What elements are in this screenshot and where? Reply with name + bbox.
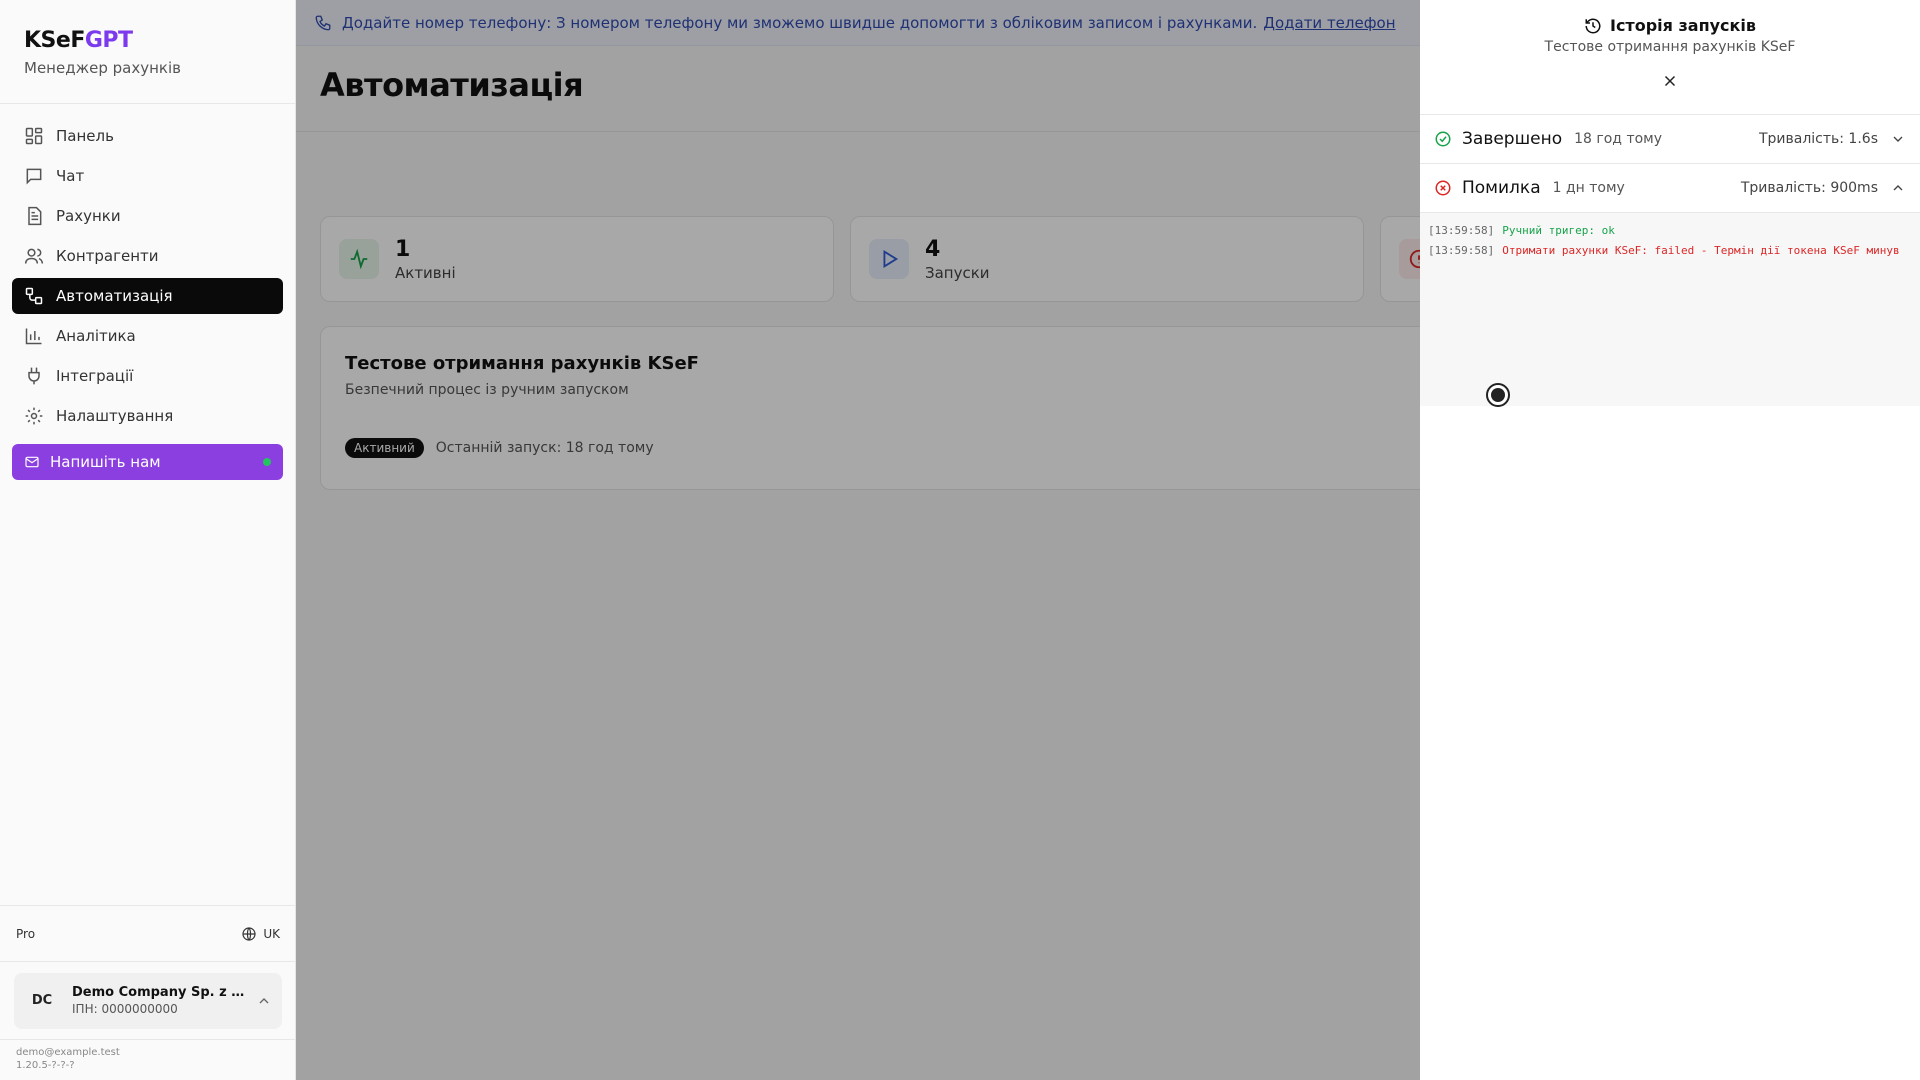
chevron-down-icon[interactable]	[1890, 131, 1906, 147]
log-timestamp: [13:59:58]	[1428, 224, 1495, 237]
sidebar-item-dashboard[interactable]: Панель	[12, 118, 283, 154]
run-row-success[interactable]: Завершено 18 год тому Тривалість: 1.6s	[1420, 115, 1920, 164]
close-icon[interactable]	[1661, 72, 1679, 90]
sidebar-bottom: Pro UK DC Demo Company Sp. z o... ІПН: 0…	[0, 905, 296, 1080]
company-info: Demo Company Sp. z o... ІПН: 0000000000	[72, 985, 248, 1016]
users-icon	[24, 248, 44, 264]
run-status: Завершено	[1462, 129, 1563, 149]
contact-us-button[interactable]: Напишіть нам	[12, 444, 283, 480]
mail-icon	[25, 456, 39, 468]
run-duration: Тривалість: 1.6s	[1758, 131, 1878, 147]
log-message: Ручний тригер: ok	[1502, 224, 1615, 237]
drawer-header: Історія запусків Тестове отримання рахун…	[1420, 0, 1920, 115]
log-message: Отримати рахунки KSeF: failed - Термін д…	[1502, 244, 1900, 257]
sidebar-item-integrations[interactable]: Інтеграції	[12, 358, 283, 394]
dashboard-icon	[25, 127, 43, 145]
brand-logo-main: KSeF	[24, 28, 85, 53]
sidebar-footer: demo@example.test 1.20.5-?-?-?	[0, 1039, 296, 1080]
sidebar: KSeFGPT Менеджер рахунків Панель Чат Рах…	[0, 0, 296, 1080]
check-circle-icon	[1435, 131, 1451, 147]
sidebar-item-label: Автоматизація	[56, 287, 173, 305]
bar-chart-icon	[25, 328, 42, 345]
plan-label: Pro	[16, 926, 36, 941]
user-email: demo@example.test	[16, 1047, 120, 1058]
sidebar-item-settings[interactable]: Налаштування	[12, 398, 283, 434]
log-line: [13:59:58] Ручний тригер: ok	[1428, 221, 1912, 241]
chat-icon	[26, 168, 42, 185]
app-version: 1.20.5-?-?-?	[16, 1060, 75, 1071]
run-duration: Тривалість: 900ms	[1740, 180, 1878, 196]
brand: KSeFGPT Менеджер рахунків	[0, 0, 295, 104]
chevron-up-icon[interactable]	[1890, 180, 1906, 196]
run-status: Помилка	[1462, 178, 1541, 198]
sidebar-item-automation[interactable]: Автоматизація	[12, 278, 283, 314]
language-label: UK	[263, 926, 280, 941]
brand-subtitle: Менеджер рахунків	[24, 59, 181, 77]
run-time: 1 дн тому	[1552, 180, 1625, 196]
drawer-title-text: Історія запусків	[1609, 16, 1756, 35]
company-tax-id: ІПН: 0000000000	[72, 1002, 178, 1016]
plug-icon	[28, 367, 40, 385]
cursor-indicator	[1486, 383, 1510, 407]
sidebar-item-label: Контрагенти	[56, 247, 159, 265]
avatar: DC	[31, 993, 53, 1008]
brand-logo-accent: GPT	[84, 28, 133, 53]
sidebar-item-label: Панель	[56, 127, 114, 145]
drawer-subtitle: Тестове отримання рахунків KSeF	[1544, 39, 1796, 55]
chevron-up-icon	[259, 997, 269, 1003]
gear-icon	[25, 407, 43, 425]
contact-us-label: Напишіть нам	[50, 453, 161, 471]
plan-row: Pro UK	[0, 905, 296, 961]
log-timestamp: [13:59:58]	[1428, 244, 1495, 257]
workflow-icon	[25, 287, 43, 305]
sidebar-item-label: Аналітика	[56, 327, 136, 345]
drawer-title: Історія запусків	[1420, 16, 1920, 35]
online-status-dot	[263, 458, 271, 466]
sidebar-item-chat[interactable]: Чат	[12, 158, 283, 194]
x-circle-icon	[1435, 180, 1451, 196]
sidebar-item-analytics[interactable]: Аналітика	[12, 318, 283, 354]
sidebar-item-label: Рахунки	[56, 207, 121, 225]
language-switcher[interactable]: UK	[241, 926, 280, 942]
run-history-drawer: Історія запусків Тестове отримання рахун…	[1420, 0, 1920, 1080]
run-time: 18 год тому	[1574, 131, 1663, 147]
sidebar-nav: Панель Чат Рахунки Контрагенти Автоматиз…	[0, 104, 295, 480]
sidebar-item-label: Інтеграції	[56, 367, 134, 385]
history-icon	[1585, 18, 1601, 33]
company-switcher[interactable]: DC Demo Company Sp. z o... ІПН: 00000000…	[14, 972, 282, 1029]
sidebar-item-contractors[interactable]: Контрагенти	[12, 238, 283, 274]
sidebar-item-label: Налаштування	[56, 407, 174, 425]
sidebar-item-invoices[interactable]: Рахунки	[12, 198, 283, 234]
document-icon	[28, 206, 42, 226]
globe-icon	[242, 926, 256, 941]
run-logs: [13:59:58] Ручний тригер: ok [13:59:58] …	[1420, 213, 1920, 407]
company-name: Demo Company Sp. z o...	[72, 985, 248, 1000]
run-row-error[interactable]: Помилка 1 дн тому Тривалість: 900ms	[1420, 164, 1920, 213]
sidebar-item-label: Чат	[56, 167, 85, 185]
company-section: DC Demo Company Sp. z o... ІПН: 00000000…	[0, 961, 296, 1039]
log-line: [13:59:58] Отримати рахунки KSeF: failed…	[1428, 241, 1912, 261]
brand-logo[interactable]: KSeFGPT	[24, 28, 271, 53]
